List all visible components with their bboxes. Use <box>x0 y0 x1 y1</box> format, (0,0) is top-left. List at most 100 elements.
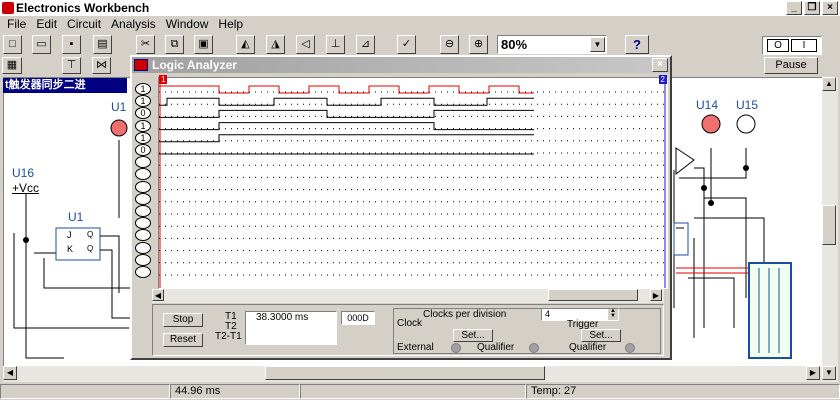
parts-bin-icon[interactable]: ▦ <box>2 57 22 74</box>
channel-5-indicator: 1 <box>135 131 151 144</box>
channel-11-indicator <box>135 205 151 217</box>
analyzer-scroll-left-icon[interactable]: ◀ <box>152 289 164 301</box>
power-off-label: O <box>767 39 789 52</box>
basic-icon[interactable]: ⋈ <box>92 57 111 74</box>
analyzer-scroll-right-icon[interactable]: ▶ <box>650 289 662 301</box>
label-vcc: +Vcc <box>12 181 40 195</box>
close-icon[interactable]: × <box>652 58 668 72</box>
channel-6-indicator: 0 <box>135 144 151 156</box>
open-folder-icon[interactable]: ▭ <box>32 35 51 54</box>
paste-icon[interactable]: ▣ <box>194 35 213 54</box>
copy-icon[interactable]: ⧉ <box>165 35 184 54</box>
graph-icon[interactable]: ✓ <box>397 35 416 54</box>
clocks-per-division-value: 4 <box>545 309 551 319</box>
pin-q-bar: Q <box>87 244 94 253</box>
zoom-in-icon[interactable]: ⊕ <box>469 35 488 54</box>
t2-t1-label: T2-T1 <box>215 331 242 342</box>
scroll-right-icon[interactable]: ▶ <box>806 366 820 380</box>
status-time: 44.96 ms <box>170 384 300 399</box>
trigger-qualifier-label: Qualifier <box>569 342 607 353</box>
logic-analyzer-title-bar[interactable]: Logic Analyzer × <box>132 57 670 73</box>
spinner-icon[interactable]: ▲ ▼ <box>608 308 618 320</box>
pin-k: K <box>67 244 74 254</box>
analyzer-horizontal-scrollbar[interactable]: ◀ ▶ <box>152 289 664 303</box>
rotate-icon[interactable]: ◭ <box>236 35 255 54</box>
close-button[interactable]: × <box>822 1 838 15</box>
menu-window[interactable]: Window <box>163 16 216 33</box>
menu-edit[interactable]: Edit <box>33 16 64 33</box>
reset-button[interactable]: Reset <box>163 333 203 347</box>
menu-help[interactable]: Help <box>215 16 250 33</box>
help-button[interactable]: ? <box>625 35 649 54</box>
channel-14-indicator <box>135 241 151 254</box>
zoom-out-icon[interactable]: ⊖ <box>440 35 459 54</box>
new-file-icon[interactable]: □ <box>3 35 22 54</box>
pause-button[interactable]: Pause <box>764 57 818 74</box>
clock-set-button[interactable]: Set... <box>453 329 493 342</box>
label-u14: U14 <box>696 98 719 112</box>
power-on-label: I <box>791 39 817 52</box>
clocks-per-division-label: Clocks per division <box>423 309 507 320</box>
menu-circuit[interactable]: Circuit <box>64 16 108 33</box>
vertical-scrollbar[interactable]: ▲ ▼ <box>822 77 838 382</box>
channel-1-indicator: 1 <box>135 83 151 95</box>
zoom-value: 80% <box>501 37 528 52</box>
t1-hex-readout: 000D <box>341 311 375 325</box>
waveform-svg <box>159 78 667 288</box>
cut-icon[interactable]: ✂ <box>136 35 155 54</box>
menu-bar: File Edit Circuit Analysis Window Help <box>0 16 840 33</box>
status-bar: 44.96 ms Temp: 27 <box>0 383 840 400</box>
component-properties-icon[interactable]: ⊥ <box>326 35 345 54</box>
sources-icon[interactable]: ⊤ <box>62 57 81 74</box>
logic-analyzer-window[interactable]: Logic Analyzer × 110110 1 2 ◀ ▶ Stop Res… <box>130 55 672 360</box>
menu-file[interactable]: File <box>4 16 33 33</box>
print-icon[interactable]: ▤ <box>93 35 112 54</box>
channel-7-indicator <box>135 156 151 169</box>
menu-analysis[interactable]: Analysis <box>108 16 163 33</box>
power-switch[interactable]: O I <box>762 36 822 55</box>
channel-2-indicator: 1 <box>135 95 151 108</box>
external-radio[interactable] <box>451 343 461 353</box>
scroll-left-icon[interactable]: ◀ <box>3 366 17 380</box>
vertical-scroll-thumb[interactable] <box>822 205 836 245</box>
external-label: External <box>397 342 434 353</box>
trigger-qualifier-radio[interactable] <box>625 343 635 353</box>
channel-12-indicator <box>135 217 151 230</box>
channel-9-indicator <box>135 180 151 193</box>
pin-q: Q <box>87 230 94 239</box>
label-u1-top: U1 <box>111 100 127 114</box>
chevron-down-icon[interactable]: ▼ <box>590 37 605 52</box>
flip-horizontal-icon[interactable]: ◮ <box>266 35 285 54</box>
minimize-button[interactable]: _ <box>786 1 802 15</box>
zoom-select[interactable]: 80% ▼ <box>497 35 607 54</box>
clock-qualifier-radio[interactable] <box>529 343 539 353</box>
analyzer-scroll-thumb[interactable] <box>548 289 638 301</box>
analyzer-controls: Stop Reset T1 T2 T2-T1 38.3000 ms 000D C… <box>152 304 664 356</box>
save-icon[interactable]: ▪ <box>62 35 81 54</box>
channel-10-indicator <box>135 192 151 205</box>
waveform-display[interactable]: 1 2 <box>158 75 668 289</box>
logic-analyzer-title: Logic Analyzer <box>152 58 237 72</box>
scroll-up-icon[interactable]: ▲ <box>822 77 836 91</box>
stop-button[interactable]: Stop <box>163 313 203 327</box>
restore-button[interactable]: ❐ <box>804 1 820 15</box>
create-subcircuit-icon[interactable]: ⊿ <box>356 35 375 54</box>
flip-vertical-icon[interactable]: ◁ <box>296 35 315 54</box>
status-temp: Temp: 27 <box>526 384 840 399</box>
cursor-2-marker[interactable]: 2 <box>658 75 667 84</box>
cursor-1-marker[interactable]: 1 <box>159 75 168 84</box>
horizontal-scroll-thumb[interactable] <box>265 366 545 380</box>
channel-4-indicator: 1 <box>135 119 151 132</box>
t1-value: 38.3000 ms <box>256 312 309 323</box>
status-blank-2 <box>300 384 526 399</box>
label-u1: U1 <box>68 210 84 224</box>
circuit-window-title[interactable]: t触发器同步二进 <box>3 78 127 93</box>
channel-13-indicator <box>135 229 151 242</box>
app-icon[interactable] <box>2 2 14 14</box>
time-readout: 38.3000 ms <box>245 311 337 345</box>
horizontal-scrollbar[interactable]: ◀ ▶ <box>3 366 822 382</box>
scroll-down-icon[interactable]: ▼ <box>822 366 836 380</box>
trigger-set-button[interactable]: Set... <box>581 329 621 342</box>
channel-3-indicator: 0 <box>135 107 151 120</box>
channel-8-indicator <box>135 168 151 181</box>
